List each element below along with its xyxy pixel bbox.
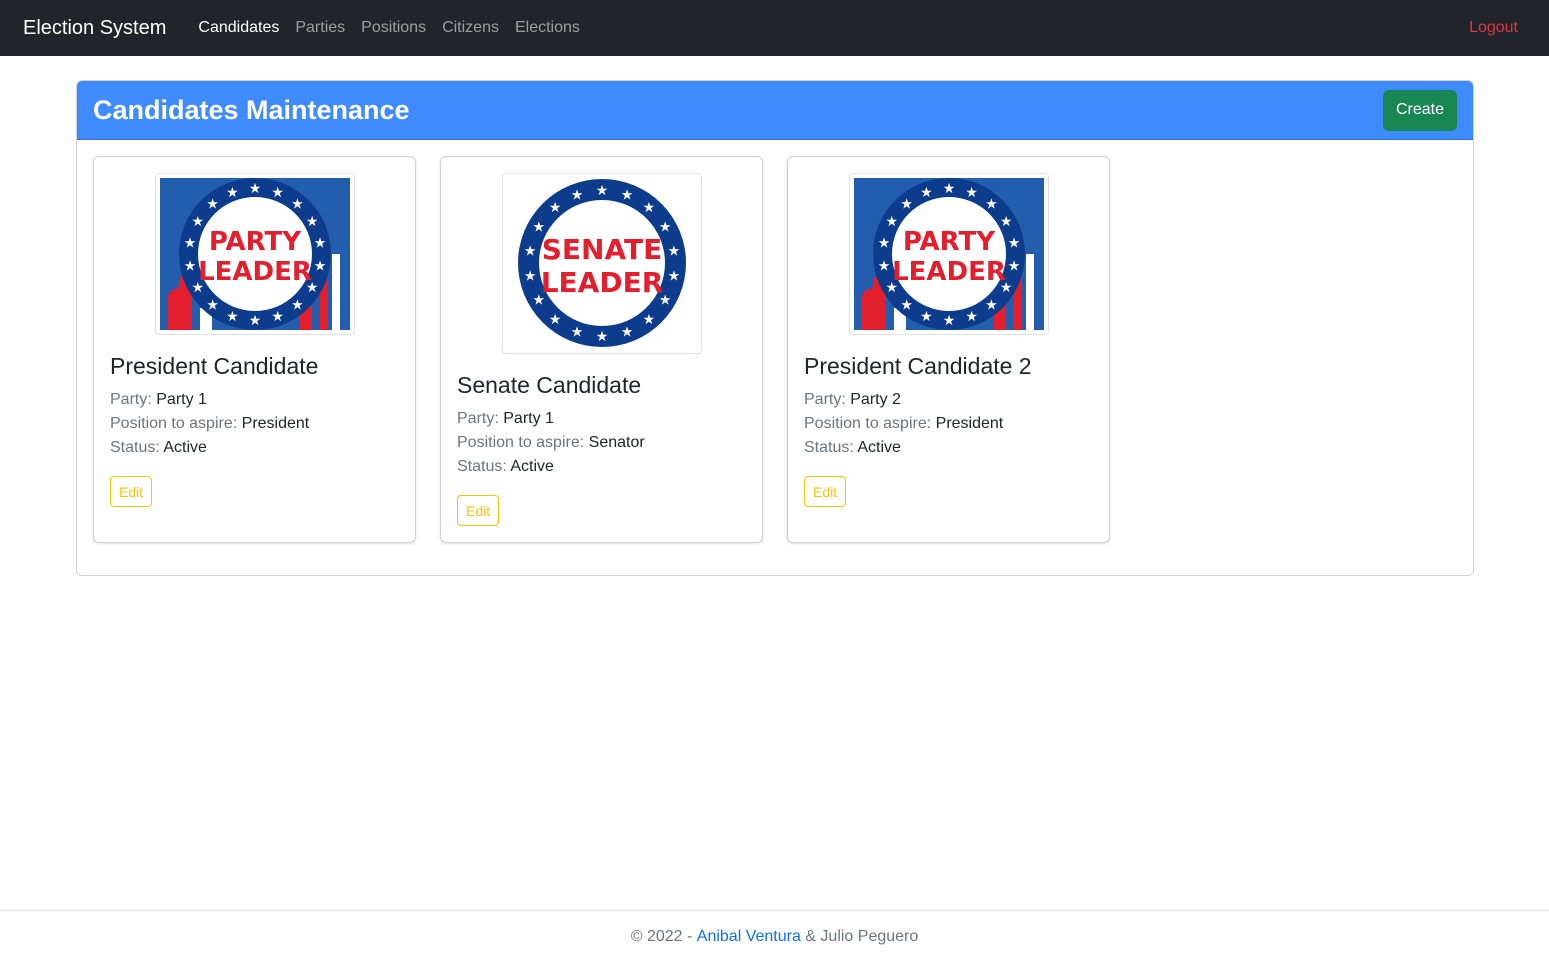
- candidates-panel: Candidates Maintenance Create ★ ★ ★ ★ ★ …: [76, 80, 1474, 576]
- candidate-party: Party: Party 2: [804, 391, 901, 408]
- candidate-status: Status: Active: [110, 439, 207, 456]
- star-icon: ★: [900, 196, 913, 212]
- star-icon: ★: [877, 259, 890, 275]
- star-icon: ★: [570, 325, 583, 341]
- page-footer: © 2022 - Anibal Ventura & Julio Peguero: [0, 910, 1549, 963]
- candidate-name: President Candidate: [110, 353, 319, 379]
- star-icon: ★: [965, 185, 978, 201]
- star-icon: ★: [999, 214, 1012, 230]
- star-icon: ★: [620, 325, 633, 341]
- star-icon: ★: [642, 200, 655, 216]
- star-icon: ★: [206, 196, 219, 212]
- star-icon: ★: [885, 214, 898, 230]
- candidate-status: Status: Active: [457, 458, 554, 475]
- star-icon: ★: [667, 269, 680, 285]
- nav-link-citizens[interactable]: Citizens: [434, 11, 507, 45]
- star-icon: ★: [548, 312, 561, 328]
- star-icon: ★: [985, 196, 998, 212]
- top-navbar: Election System Candidates Parties Posit…: [0, 0, 1549, 56]
- page-title: Candidates Maintenance: [93, 94, 410, 125]
- candidate-card: ★ ★ ★ ★ ★ ★ ★ ★ ★ ★ ★ ★ ★ ★ ★ ★ ★ ★ PARTY LEADER Presiden…: [93, 156, 416, 543]
- nav-link-positions[interactable]: Positions: [353, 11, 434, 45]
- star-icon: ★: [183, 236, 196, 252]
- star-icon: ★: [523, 269, 536, 285]
- star-icon: ★: [248, 313, 261, 329]
- star-icon: ★: [271, 185, 284, 201]
- svg-text:LEADER: LEADER: [892, 257, 1006, 287]
- nav-link-candidates[interactable]: Candidates: [190, 11, 287, 45]
- svg-text:SENATE: SENATE: [541, 233, 661, 266]
- star-icon: ★: [642, 312, 655, 328]
- edit-button[interactable]: Edit: [110, 476, 153, 507]
- star-icon: ★: [900, 298, 913, 314]
- senate-leader-badge-image: ★ ★★★★★★★★★★★★★★★★★ SENATE LEADER: [506, 178, 697, 349]
- star-icon: ★: [248, 181, 261, 197]
- brand-link[interactable]: Election System: [23, 17, 166, 40]
- party-leader-badge-image: ★ ★★★★★★★★★★★★★★★★★ PARTY LEADER: [159, 178, 350, 330]
- star-icon: ★: [985, 298, 998, 314]
- star-icon: ★: [291, 298, 304, 314]
- star-icon: ★: [667, 243, 680, 259]
- edit-button[interactable]: Edit: [457, 495, 500, 526]
- star-icon: ★: [1007, 236, 1020, 252]
- star-icon: ★: [313, 259, 326, 275]
- star-icon: ★: [183, 259, 196, 275]
- nav-link-parties[interactable]: Parties: [287, 11, 353, 45]
- create-button[interactable]: Create: [1382, 89, 1457, 131]
- candidate-status: Status: Active: [804, 439, 901, 456]
- star-icon: ★: [942, 181, 955, 197]
- candidate-party: Party: Party 1: [110, 391, 207, 408]
- svg-text:PARTY: PARTY: [902, 227, 995, 257]
- star-icon: ★: [965, 309, 978, 325]
- star-icon: ★: [877, 236, 890, 252]
- star-icon: ★: [620, 187, 633, 203]
- nav-link-elections[interactable]: Elections: [507, 11, 588, 45]
- star-icon: ★: [226, 185, 239, 201]
- svg-text:LEADER: LEADER: [540, 266, 663, 299]
- candidate-image: ★ ★ ★ ★ ★ ★ ★ ★ ★ ★ ★ ★ ★ ★ ★ ★ ★ ★ PARTY LEADER: [848, 173, 1049, 335]
- candidate-image: ★ ★ ★ ★ ★ ★ ★ ★ ★ ★ ★ ★ ★ ★ ★ ★ ★ ★ SENATE LEADER: [501, 173, 702, 354]
- candidate-name: Senate Candidate: [457, 372, 642, 398]
- candidate-position: Position to aspire: President: [110, 415, 310, 432]
- candidate-party: Party: Party 1: [457, 410, 554, 427]
- footer-author2: Julio Peguero: [820, 928, 919, 945]
- logout-link[interactable]: Logout: [1469, 19, 1518, 37]
- star-icon: ★: [570, 187, 583, 203]
- star-icon: ★: [548, 200, 561, 216]
- star-icon: ★: [291, 196, 304, 212]
- candidate-position: Position to aspire: Senator: [457, 434, 645, 451]
- footer-copyright: © 2022 -: [630, 928, 693, 945]
- star-icon: ★: [920, 185, 933, 201]
- svg-text:LEADER: LEADER: [198, 257, 312, 287]
- star-icon: ★: [1007, 259, 1020, 275]
- candidate-card: ★ ★ ★ ★ ★ ★ ★ ★ ★ ★ ★ ★ ★ ★ ★ ★ ★ ★ PARTY LEADER Presiden…: [787, 156, 1110, 543]
- star-icon: ★: [305, 214, 318, 230]
- party-leader-badge-image: ★ ★★★★★★★★★★★★★★★★★ PARTY LEADER: [853, 178, 1044, 330]
- candidate-position: Position to aspire: President: [804, 415, 1004, 432]
- star-icon: ★: [191, 214, 204, 230]
- star-icon: ★: [595, 329, 608, 345]
- star-icon: ★: [226, 309, 239, 325]
- candidate-name: President Candidate 2: [804, 353, 1032, 379]
- author-link[interactable]: Anibal Ventura: [697, 928, 801, 946]
- nav-links: Candidates Parties Positions Citizens El…: [190, 11, 1469, 45]
- footer-separator: &: [800, 928, 821, 945]
- candidate-card: ★ ★ ★ ★ ★ ★ ★ ★ ★ ★ ★ ★ ★ ★ ★ ★ ★ ★ SENATE LEADER Senate …: [440, 156, 763, 543]
- star-icon: ★: [523, 243, 536, 259]
- candidate-cards: ★ ★ ★ ★ ★ ★ ★ ★ ★ ★ ★ ★ ★ ★ ★ ★ ★ ★ PARTY LEADER Presiden…: [77, 140, 1473, 559]
- panel-header: Candidates Maintenance Create: [77, 81, 1473, 140]
- candidate-image: ★ ★ ★ ★ ★ ★ ★ ★ ★ ★ ★ ★ ★ ★ ★ ★ ★ ★ PARTY LEADER: [154, 173, 355, 335]
- star-icon: ★: [920, 309, 933, 325]
- edit-button[interactable]: Edit: [804, 476, 847, 507]
- svg-text:PARTY: PARTY: [208, 227, 301, 257]
- star-icon: ★: [942, 313, 955, 329]
- star-icon: ★: [595, 183, 608, 199]
- star-icon: ★: [206, 298, 219, 314]
- star-icon: ★: [271, 309, 284, 325]
- star-icon: ★: [313, 236, 326, 252]
